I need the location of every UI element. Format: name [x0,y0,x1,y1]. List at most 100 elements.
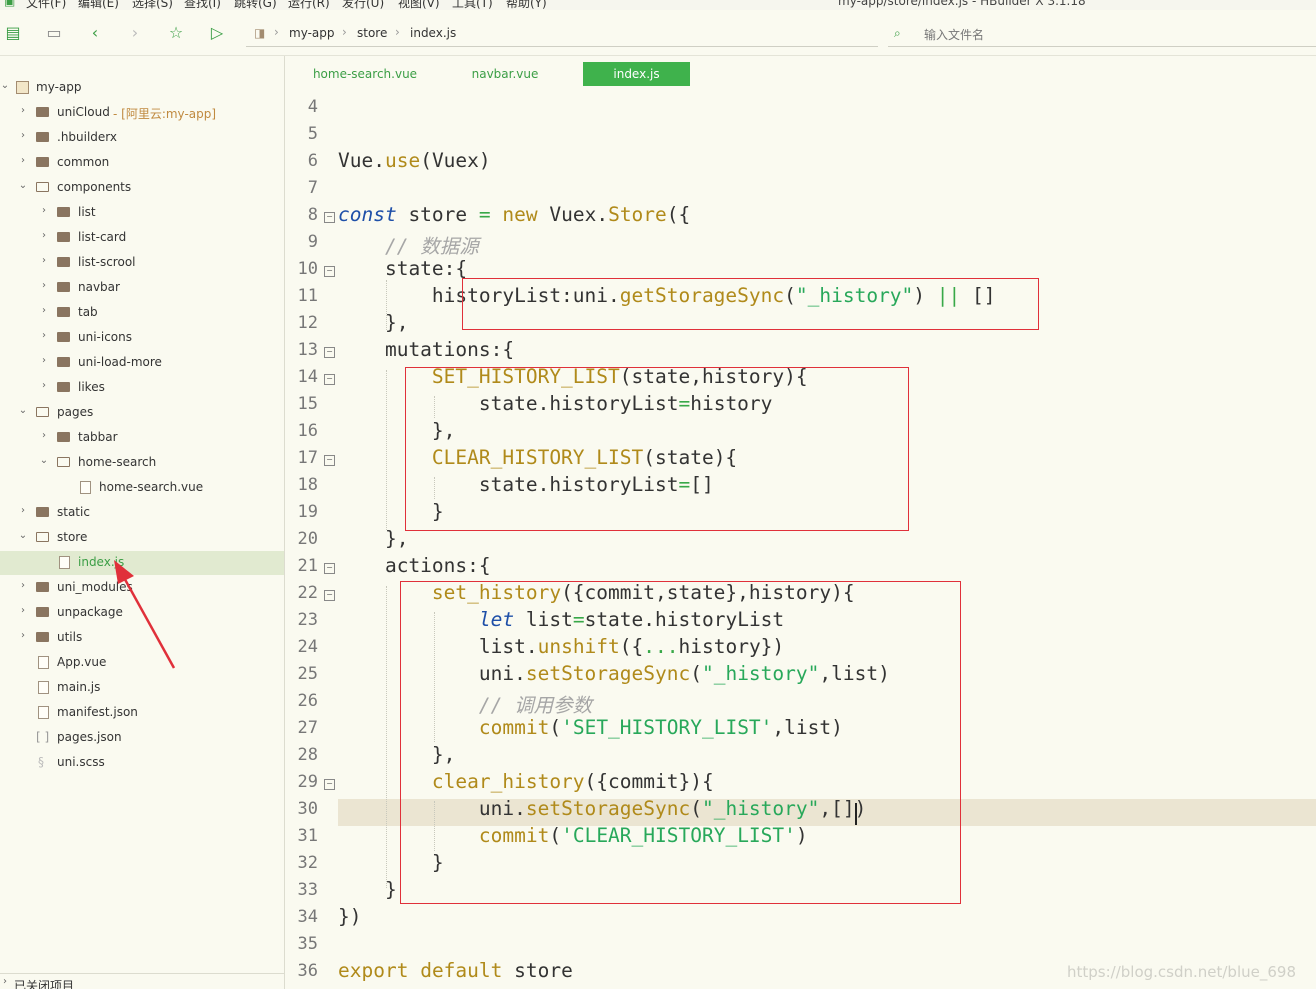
favorite-icon[interactable]: ☆ [167,24,185,42]
menu-select[interactable]: 选择(S) [132,0,173,10]
tree-item-pages[interactable]: ⌄ pages [0,401,284,425]
tree-item-common[interactable]: › common [0,151,284,175]
code-line[interactable]: }, [338,311,409,334]
code-token: export [338,959,409,982]
code-line[interactable]: }) [338,905,361,928]
menu-goto[interactable]: 跳转(G) [234,0,277,10]
chevron-down-icon[interactable]: ⌄ [18,405,28,416]
code-line[interactable]: mutations:{ [338,338,514,361]
chevron-right-icon[interactable]: › [18,155,28,166]
chevron-down-icon[interactable]: ⌄ [18,530,28,541]
tree-item-hbuilderx[interactable]: › .hbuilderx [0,126,284,150]
chevron-right-icon[interactable]: › [0,976,10,987]
fold-toggle-icon[interactable]: − [324,563,335,574]
menu-run[interactable]: 运行(R) [288,0,330,10]
tree-item-tab[interactable]: › tab [0,301,284,325]
tree-item-components[interactable]: ⌄ components [0,176,284,200]
chevron-right-icon[interactable]: › [18,605,28,616]
chevron-right-icon[interactable]: › [18,580,28,591]
code-line[interactable]: export default store [338,959,573,982]
menu-edit[interactable]: 编辑(E) [78,0,119,10]
chevron-right-icon[interactable]: › [18,105,28,116]
chevron-right-icon[interactable]: › [39,355,49,366]
tab-home-search-vue[interactable]: home-search.vue [305,62,425,86]
fold-toggle-icon[interactable]: − [324,347,335,358]
forward-icon[interactable]: › [126,24,144,42]
tab-navbar-vue[interactable]: navbar.vue [455,62,555,86]
code-line[interactable]: const store = new Vuex.Store({ [338,203,690,226]
chevron-right-icon[interactable]: › [39,230,49,241]
chevron-right-icon[interactable]: › [39,330,49,341]
save-icon[interactable]: ▭ [45,24,63,42]
tree-item-my-app[interactable]: ⌄ my-app [0,76,284,100]
code-line[interactable]: actions:{ [338,554,491,577]
tree-item-uni-scss[interactable]: § uni.scss [0,751,284,775]
closed-projects-section[interactable]: › 已关闭项目 [0,973,284,989]
code-line[interactable]: state:{ [338,257,467,280]
fold-toggle-icon[interactable]: − [324,374,335,385]
fold-toggle-icon[interactable]: − [324,455,335,466]
tree-item-label: list-card [78,230,127,244]
chevron-right-icon[interactable]: › [39,430,49,441]
tree-item-home-search-vue[interactable]: home-search.vue [0,476,284,500]
breadcrumb-item-project[interactable]: my-app [289,26,335,40]
tree-item-store[interactable]: ⌄ store [0,526,284,550]
tree-item-home-search[interactable]: ⌄ home-search [0,451,284,475]
tree-item-pages-json[interactable]: [ ] pages.json [0,726,284,750]
menu-view[interactable]: 视图(V) [398,0,440,10]
code-line[interactable]: Vue.use(Vuex) [338,149,491,172]
line-number: 16 [297,421,318,441]
run-icon[interactable]: ▷ [208,24,226,42]
tree-item-manifest-json[interactable]: manifest.json [0,701,284,725]
tree-item-likes[interactable]: › likes [0,376,284,400]
chevron-down-icon[interactable]: ⌄ [0,80,10,91]
tree-item-navbar[interactable]: › navbar [0,276,284,300]
chevron-right-icon[interactable]: › [18,130,28,141]
tree-item-uni-load-more[interactable]: › uni-load-more [0,351,284,375]
chevron-right-icon[interactable]: › [39,305,49,316]
file-search-input[interactable]: 输入文件名 [924,26,984,43]
tree-item-list-scrool[interactable]: › list-scrool [0,251,284,275]
fold-toggle-icon[interactable]: − [324,266,335,277]
tree-item-unicloud[interactable]: › uniCloud - [阿里云:my-app] [0,101,284,125]
chevron-down-icon[interactable]: ⌄ [39,455,49,466]
menu-help[interactable]: 帮助(Y) [506,0,547,10]
fold-toggle-icon[interactable]: − [324,590,335,601]
chevron-right-icon[interactable]: › [39,280,49,291]
code-line[interactable]: // 数据源 [338,230,479,259]
tree-item-uni-icons[interactable]: › uni-icons [0,326,284,350]
tab-index-js[interactable]: index.js [583,62,690,86]
chevron-right-icon[interactable]: › [39,205,49,216]
chevron-right-icon[interactable]: › [39,255,49,266]
folder-icon [36,507,49,517]
menu-tools[interactable]: 工具(T) [452,0,493,10]
json-file-icon: [ ] [36,730,50,744]
code-line[interactable]: }, [338,527,409,550]
tree-item-main-js[interactable]: main.js [0,676,284,700]
folder-icon [57,357,70,367]
fold-toggle-icon[interactable]: − [324,779,335,790]
line-number: 27 [297,718,318,738]
folder-icon [57,232,70,242]
menu-publish[interactable]: 发行(U) [342,0,384,10]
chevron-right-icon[interactable]: › [18,505,28,516]
file-search-box[interactable]: ⌕ 输入文件名 [888,20,1316,47]
breadcrumb-item-file[interactable]: index.js [410,26,456,40]
tree-item-list-card[interactable]: › list-card [0,226,284,250]
menu-file[interactable]: 文件(F) [26,0,66,10]
tree-item-list[interactable]: › list [0,201,284,225]
tree-item-tabbar[interactable]: › tabbar [0,426,284,450]
tree-item-label: tabbar [78,430,118,444]
code-editor[interactable]: 4 5 6 7 8−9 10−11 12 13−14−15 16 17−18 19 20 21−22−2… [285,89,1316,989]
tree-item-static[interactable]: › static [0,501,284,525]
code-line[interactable]: } [338,878,397,901]
folder-icon [57,332,70,342]
fold-toggle-icon[interactable]: − [324,212,335,223]
breadcrumb-item-folder[interactable]: store [357,26,387,40]
chevron-right-icon[interactable]: › [39,380,49,391]
chevron-down-icon[interactable]: ⌄ [18,180,28,191]
chevron-right-icon[interactable]: › [18,630,28,641]
new-file-icon[interactable]: ▤ [4,24,22,42]
menu-find[interactable]: 查找(I) [184,0,221,10]
back-icon[interactable]: ‹ [86,24,104,42]
